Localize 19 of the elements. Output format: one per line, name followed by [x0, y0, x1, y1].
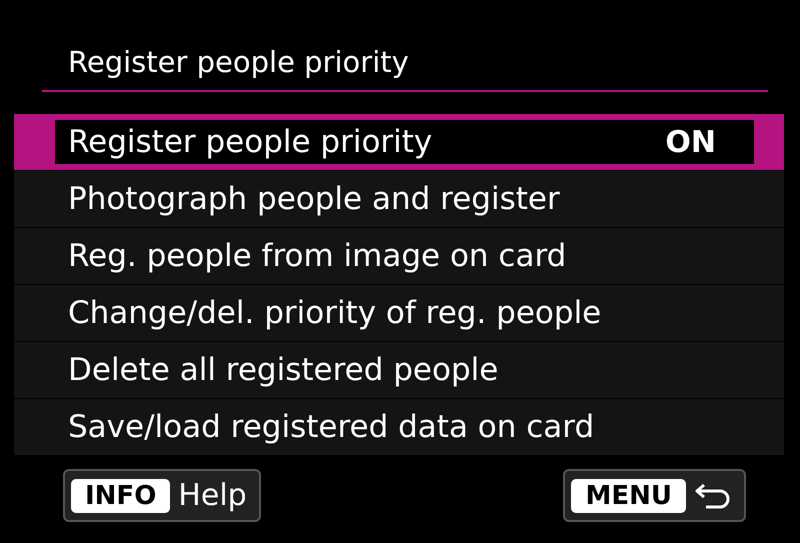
- menu-item-label: Register people priority: [68, 124, 432, 160]
- setting-value: ON: [665, 124, 716, 160]
- menu-item-label: Reg. people from image on card: [68, 238, 566, 274]
- menu-item[interactable]: Save/load registered data on card: [14, 399, 784, 455]
- screen-title: Register people priority: [68, 45, 409, 79]
- info-key: INFO: [71, 478, 170, 512]
- menu-item[interactable]: Reg. people from image on card: [14, 228, 784, 284]
- menu-item-label: Photograph people and register: [68, 181, 560, 217]
- menu-item[interactable]: Register people priority ON: [14, 114, 784, 170]
- menu-item[interactable]: Change/del. priority of reg. people: [14, 285, 784, 341]
- help-label: Help: [178, 478, 247, 513]
- back-button[interactable]: MENU: [563, 469, 746, 522]
- menu-key: MENU: [571, 478, 686, 512]
- menu-item-label: Delete all registered people: [68, 352, 498, 388]
- menu-item-label: Change/del. priority of reg. people: [68, 295, 602, 331]
- help-button[interactable]: INFO Help: [63, 469, 261, 522]
- menu-item[interactable]: Delete all registered people: [14, 342, 784, 398]
- menu-item[interactable]: Photograph people and register: [14, 171, 784, 227]
- menu-item-label: Save/load registered data on card: [68, 409, 594, 445]
